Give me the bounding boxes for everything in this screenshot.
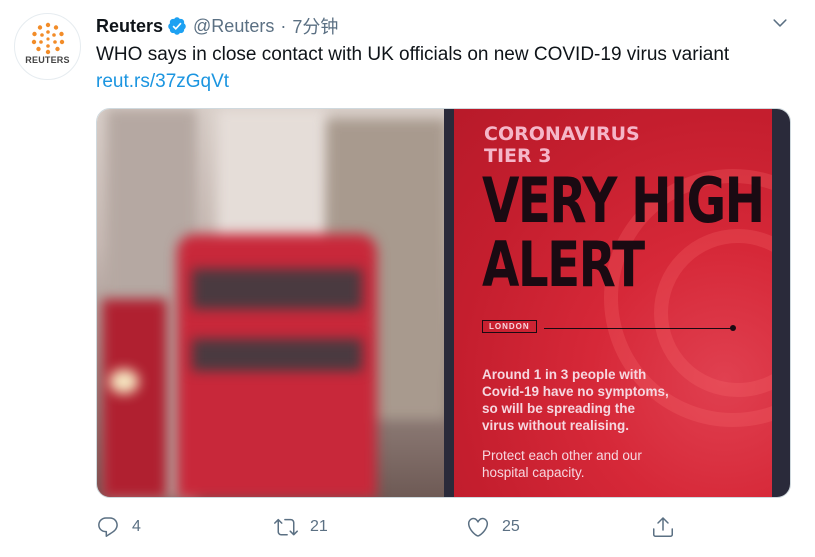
chevron-down-icon [773,19,787,27]
separator-dot: · [280,15,287,36]
reply-count: 4 [132,518,141,535]
poster-rule [544,328,732,329]
author-name[interactable]: Reuters [96,16,163,37]
verified-badge-icon [167,16,187,36]
reply-button[interactable]: 4 [96,510,141,544]
avatar-brand-text: REUTERS [25,55,70,65]
retweet-icon [274,518,298,536]
share-button[interactable] [651,510,675,544]
poster-dot [730,325,736,331]
street-background [97,109,447,497]
reply-icon [98,517,118,537]
poster-subtitle: CORONAVIRUS TIER 3 [484,123,640,167]
retweet-button[interactable]: 21 [274,510,328,544]
author-avatar[interactable]: REUTERS [14,13,81,80]
poster-location-tag: LONDON [482,320,537,333]
poster-footer-text: Protect each other and our hospital capa… [482,448,642,480]
share-icon [653,517,673,537]
tweet-header: Reuters @Reuters · 7分钟 [96,14,338,38]
heart-icon [467,517,489,537]
like-button[interactable]: 25 [466,510,520,544]
covid-poster: CORONAVIRUS TIER 3 VERY HIGH ALERT LONDO… [454,109,772,497]
author-handle[interactable]: @Reuters [193,16,274,37]
reuters-logo-icon [31,22,65,55]
tweet-actions: 4 21 25 [96,510,791,544]
tweet-time[interactable]: 7分钟 [292,13,338,39]
retweet-count: 21 [310,518,328,535]
poster-body-text: Around 1 in 3 people with Covid-19 have … [482,367,669,433]
tweet-menu-button[interactable] [770,13,790,33]
tweet-link[interactable]: reut.rs/37zGqVt [96,70,229,94]
tweet-text: WHO says in close contact with UK offici… [96,44,730,65]
like-count: 25 [502,518,520,535]
tweet-media-image[interactable]: CORONAVIRUS TIER 3 VERY HIGH ALERT LONDO… [96,108,791,498]
poster-headline: VERY HIGH ALERT [482,164,765,301]
